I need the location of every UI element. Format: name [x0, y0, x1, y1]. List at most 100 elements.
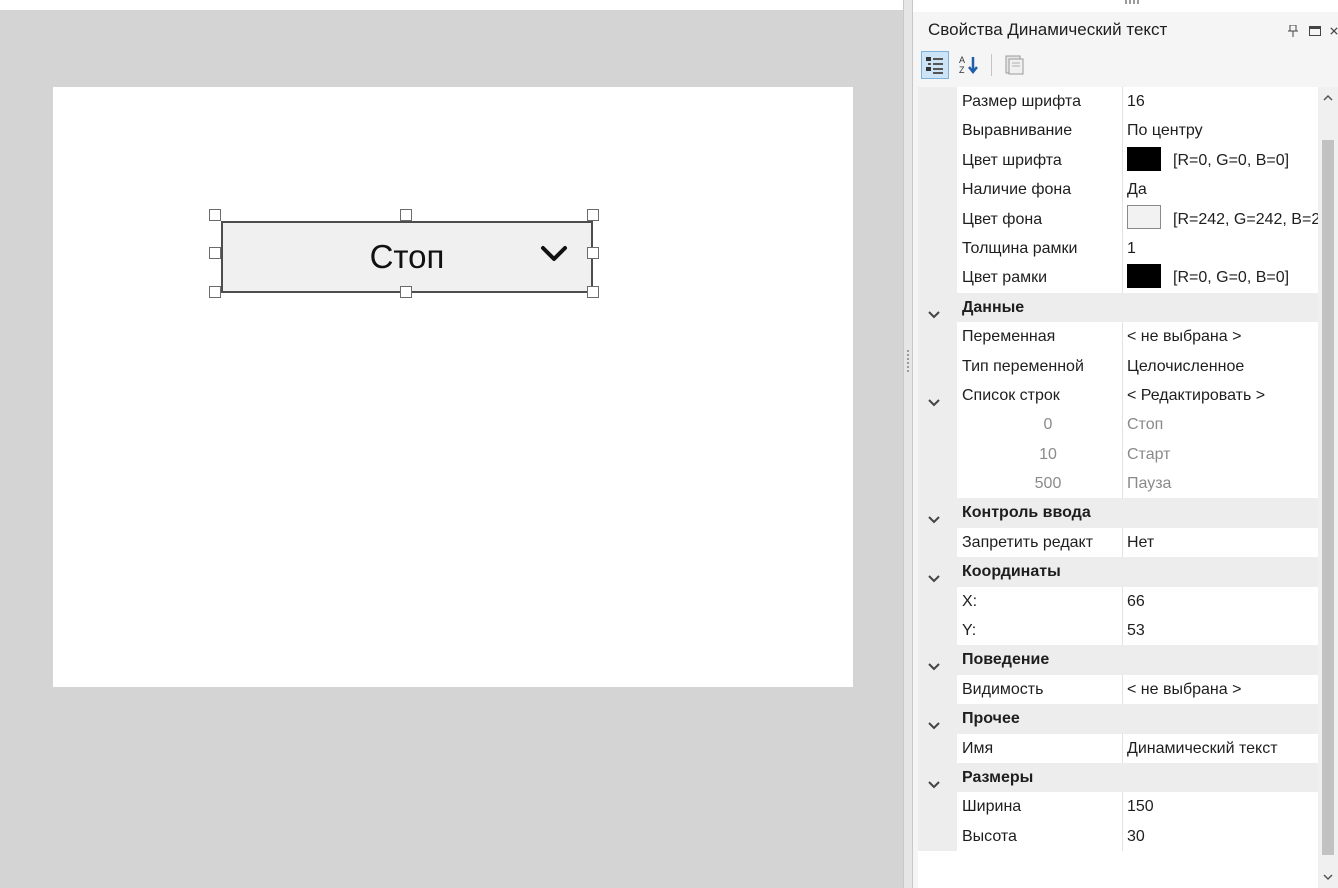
sub-property-row[interactable]: 0 Стоп: [918, 410, 1318, 440]
toolbar-separator: [991, 54, 992, 76]
property-name: Цвет рамки: [962, 269, 1048, 287]
property-row[interactable]: X: 66: [918, 586, 1318, 617]
column-divider: [1122, 439, 1123, 470]
panel-splitter[interactable]: [903, 0, 913, 888]
scroll-up-icon[interactable]: [1323, 93, 1333, 103]
chevron-down-icon[interactable]: [928, 507, 940, 524]
chevron-down-icon[interactable]: [928, 390, 940, 407]
scrollbar-thumb[interactable]: [1322, 140, 1334, 855]
property-value[interactable]: 150: [1127, 792, 1318, 821]
property-row[interactable]: Высота 30: [918, 821, 1318, 852]
resize-handle-n[interactable]: [400, 209, 412, 221]
property-value[interactable]: Да: [1127, 175, 1318, 204]
pin-icon[interactable]: [1286, 24, 1300, 38]
resize-handle-sw[interactable]: [209, 286, 221, 298]
alphabetical-sort-icon: A Z: [959, 55, 978, 75]
property-grid-scrollbar[interactable]: [1318, 87, 1338, 888]
category-label: Координаты: [962, 563, 1061, 581]
chevron-down-icon[interactable]: [928, 566, 940, 583]
scroll-down-icon[interactable]: [1323, 872, 1333, 882]
splitter-grip: [907, 350, 909, 372]
row-gutter: [918, 586, 957, 617]
property-row[interactable]: Имя Динамический текст: [918, 733, 1318, 763]
close-icon[interactable]: [1330, 24, 1338, 38]
property-row[interactable]: Толщина рамки 1: [918, 233, 1318, 264]
property-value[interactable]: < не выбрана >: [1127, 675, 1318, 704]
property-value[interactable]: Нет: [1127, 528, 1318, 557]
property-row[interactable]: Переменная < не выбрана >: [918, 322, 1318, 352]
category-label: Контроль ввода: [962, 504, 1091, 522]
color-swatch: [1127, 146, 1161, 171]
property-pages-button[interactable]: [1000, 51, 1028, 79]
resize-handle-nw[interactable]: [209, 209, 221, 221]
property-name: Толщина рамки: [962, 239, 1078, 257]
column-divider: [1122, 821, 1123, 852]
property-value[interactable]: 66: [1127, 587, 1318, 616]
property-row[interactable]: Список строк < Редактировать >: [918, 380, 1318, 411]
category-row[interactable]: Контроль ввода: [918, 498, 1318, 528]
property-value[interactable]: 1: [1127, 234, 1318, 263]
resize-handle-ne[interactable]: [587, 209, 599, 221]
property-value[interactable]: [R=0, G=0, B=0]: [1127, 146, 1318, 175]
resize-handle-s[interactable]: [400, 286, 412, 298]
property-value[interactable]: < Редактировать >: [1127, 381, 1318, 410]
property-value-text: 1: [1127, 239, 1136, 257]
resize-handle-w[interactable]: [209, 247, 221, 259]
property-row[interactable]: Ширина 150: [918, 792, 1318, 822]
property-row[interactable]: Видимость < не выбрана >: [918, 674, 1318, 705]
sub-property-row[interactable]: 500 Пауза: [918, 469, 1318, 499]
property-value[interactable]: [R=242, G=242, B=242]: [1127, 205, 1318, 234]
property-value[interactable]: Старт: [1127, 440, 1318, 469]
property-value[interactable]: Динамический текст: [1127, 734, 1318, 763]
property-value[interactable]: [R=0, G=0, B=0]: [1127, 263, 1318, 292]
row-gutter: [918, 204, 957, 234]
category-row[interactable]: Данные: [918, 292, 1318, 323]
property-value-text: Пауза: [1127, 475, 1172, 493]
category-row[interactable]: Прочее: [918, 704, 1318, 734]
alphabetical-sort-button[interactable]: A Z: [955, 51, 983, 79]
property-row[interactable]: Наличие фона Да: [918, 175, 1318, 205]
property-value[interactable]: Целочисленное: [1127, 352, 1318, 381]
row-gutter: [918, 116, 957, 146]
chevron-down-icon[interactable]: [928, 302, 940, 319]
property-name: Запретить редакт: [962, 533, 1094, 551]
property-value[interactable]: < не выбрана >: [1127, 322, 1318, 351]
category-label: Размеры: [962, 768, 1034, 786]
row-gutter: [918, 821, 957, 852]
resize-handle-se[interactable]: [587, 286, 599, 298]
property-row[interactable]: Y: 53: [918, 616, 1318, 646]
property-value[interactable]: 30: [1127, 822, 1318, 851]
property-value-text: 53: [1127, 622, 1145, 640]
column-divider: [1122, 469, 1123, 499]
property-row[interactable]: Цвет фона [R=242, G=242, B=242]: [918, 204, 1318, 234]
categorized-view-button[interactable]: [921, 51, 949, 79]
resize-handle-e[interactable]: [587, 247, 599, 259]
property-row[interactable]: Выравнивание По центру: [918, 116, 1318, 146]
property-name: Выравнивание: [962, 122, 1073, 140]
category-row[interactable]: Поведение: [918, 645, 1318, 675]
maximize-icon[interactable]: [1308, 24, 1322, 38]
property-row[interactable]: Цвет рамки [R=0, G=0, B=0]: [918, 263, 1318, 293]
property-value[interactable]: Стоп: [1127, 410, 1318, 439]
chevron-down-icon[interactable]: [928, 654, 940, 671]
sub-property-row[interactable]: 10 Старт: [918, 439, 1318, 470]
property-row[interactable]: Размер шрифта 16: [918, 87, 1318, 117]
screen-canvas[interactable]: Стоп: [53, 87, 853, 687]
property-value-text: [R=0, G=0, B=0]: [1173, 269, 1290, 287]
dock-grip[interactable]: [1125, 0, 1139, 4]
property-value[interactable]: 16: [1127, 87, 1318, 116]
property-row[interactable]: Цвет шрифта [R=0, G=0, B=0]: [918, 145, 1318, 176]
design-area[interactable]: Стоп: [0, 10, 903, 888]
property-value-text: Старт: [1127, 445, 1171, 463]
category-row[interactable]: Координаты: [918, 557, 1318, 587]
property-row[interactable]: Запретить редакт Нет: [918, 527, 1318, 558]
property-value[interactable]: По центру: [1127, 116, 1318, 145]
chevron-down-icon[interactable]: [928, 772, 940, 789]
chevron-down-icon[interactable]: [928, 713, 940, 730]
property-value[interactable]: Пауза: [1127, 469, 1318, 498]
column-divider: [1122, 733, 1123, 763]
property-row[interactable]: Тип переменной Целочисленное: [918, 351, 1318, 381]
dynamic-text-widget[interactable]: Стоп: [221, 221, 593, 293]
property-value[interactable]: 53: [1127, 616, 1318, 645]
category-row[interactable]: Размеры: [918, 762, 1318, 793]
